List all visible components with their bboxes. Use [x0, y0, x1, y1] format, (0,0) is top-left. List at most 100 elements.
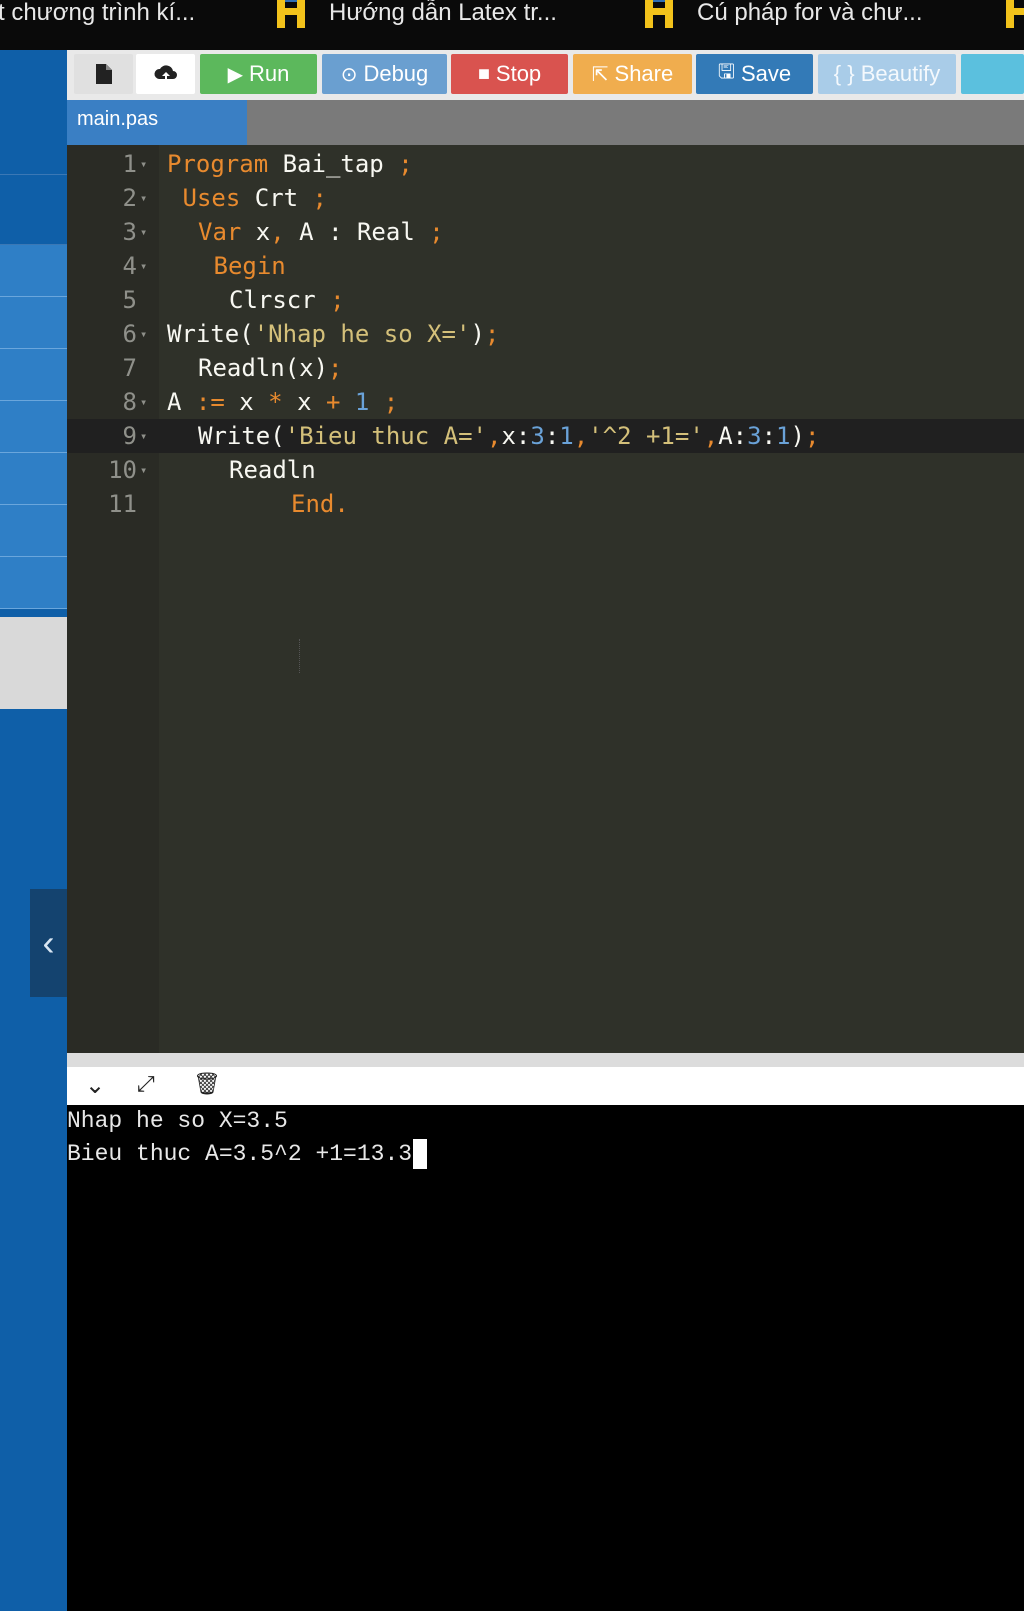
code-text: Write('Bieu thuc A=',x:3:1,'^2 +1=',A:3:…: [198, 419, 819, 453]
code-line[interactable]: 9 ▾ Write('Bieu thuc A=',x:3:1,'^2 +1=',A:…: [67, 419, 1024, 453]
sidebar-item[interactable]: [0, 349, 67, 401]
code-token: ;: [330, 286, 345, 314]
new-file-button[interactable]: [74, 54, 133, 94]
line-number: 9: [122, 422, 137, 450]
fold-arrow-icon[interactable]: ▾: [140, 215, 147, 249]
fold-arrow-icon[interactable]: ▾: [140, 181, 147, 215]
code-token: ,: [703, 422, 719, 450]
code-token: ,: [487, 422, 502, 450]
language-button[interactable]: [961, 54, 1024, 94]
expand-icon[interactable]: ⤢: [137, 1071, 155, 1097]
sidebar-item[interactable]: [0, 175, 67, 245]
fold-arrow-icon[interactable]: ▾: [140, 453, 147, 487]
share-label: Share: [614, 61, 674, 86]
code-line[interactable]: 5 Clrscr ;: [67, 283, 1024, 317]
line-number: 11: [108, 490, 137, 518]
save-button[interactable]: 🖫 Save: [696, 54, 813, 94]
console-output[interactable]: Nhap he so X=3.5 Bieu thuc A=3.5^2 +1=13.…: [67, 1105, 1024, 1611]
sidebar-item[interactable]: [0, 245, 67, 297]
console-line: Nhap he so X=3.5: [67, 1105, 288, 1137]
code-text: Var x, A : Real ;: [198, 215, 444, 249]
fold-arrow-icon[interactable]: ▾: [140, 419, 147, 453]
bookmark-label: Cú pháp for và chư...: [697, 0, 923, 26]
sidebar-item[interactable]: [0, 297, 67, 349]
code-line[interactable]: 7 Readln(x);: [67, 351, 1024, 385]
code-line[interactable]: 6 ▾ Write('Nhap he so X=');: [67, 317, 1024, 351]
code-token: ): [790, 422, 805, 450]
code-line[interactable]: 10 ▾ Readln: [67, 453, 1024, 487]
code-token: Bai_tap: [268, 150, 399, 178]
share-button[interactable]: ⇱ Share: [573, 54, 692, 94]
upload-button[interactable]: [136, 54, 195, 94]
code-text: Uses Crt ;: [183, 181, 328, 215]
sidebar-item[interactable]: [0, 50, 67, 175]
debug-label: Debug: [363, 61, 429, 86]
sidebar-item[interactable]: [0, 401, 67, 453]
run-label: Run: [249, 61, 290, 86]
bookmark-favicon-icon: [1004, 0, 1024, 28]
fold-arrow-icon[interactable]: ▾: [140, 249, 147, 283]
sidebar-item[interactable]: [0, 453, 67, 505]
file-icon: [95, 64, 112, 84]
console-line-text: Nhap he so X=3.5: [67, 1108, 288, 1134]
bookmark-favicon-icon: [643, 0, 677, 28]
chevron-down-icon[interactable]: ⌄: [85, 1071, 105, 1100]
code-line[interactable]: 1 ▾ Program Bai_tap ;: [67, 147, 1024, 181]
code-token: 1: [776, 422, 791, 450]
bookmark-item[interactable]: t chương trình kí...: [0, 0, 195, 26]
code-token: ;: [312, 184, 327, 212]
collapse-sidebar-button[interactable]: ‹: [30, 889, 67, 997]
code-token: ;: [398, 150, 413, 178]
code-token: Program: [167, 150, 269, 178]
fold-arrow-icon[interactable]: ▾: [140, 385, 147, 419]
code-text: Write('Nhap he so X=');: [167, 317, 499, 351]
code-token: 1: [354, 388, 370, 416]
code-editor[interactable]: 1 ▾ Program Bai_tap ; 2 ▾ Uses Crt ; 3 ▾ Var x, …: [67, 145, 1024, 1053]
line-number: 7: [122, 354, 137, 382]
console-line-text: Bieu thuc A=3.5^2 +1=13.3: [67, 1141, 413, 1167]
code-token: Write(: [198, 422, 285, 450]
stop-square-icon: ■: [477, 62, 490, 85]
code-line[interactable]: 4 ▾ Begin: [67, 249, 1024, 283]
code-line[interactable]: 11 End.: [67, 487, 1024, 521]
code-token: ): [470, 320, 485, 348]
code-token: Clrscr: [229, 286, 331, 314]
debug-button[interactable]: ⊙ Debug: [322, 54, 447, 94]
console-resize-handle[interactable]: [67, 1053, 1024, 1067]
code-token: ;: [484, 320, 500, 348]
beautify-button[interactable]: { } Beautify: [818, 54, 956, 94]
bookmark-overflow[interactable]: [1004, 0, 1024, 28]
bookmark-item[interactable]: Hướng dẫn Latex tr...: [275, 0, 557, 28]
browser-window: t chương trình kí... Hướng dẫn Latex tr.…: [0, 0, 1024, 1611]
bookmark-favicon-icon: [275, 0, 309, 28]
code-token: *: [268, 388, 283, 416]
code-line[interactable]: 2 ▾ Uses Crt ;: [67, 181, 1024, 215]
sidebar-item[interactable]: [0, 557, 67, 609]
stop-button[interactable]: ■ Stop: [451, 54, 568, 94]
sidebar-item[interactable]: [0, 505, 67, 557]
code-line[interactable]: 8 ▾ A := x * x + 1 ;: [67, 385, 1024, 419]
code-text: A := x * x + 1 ;: [167, 385, 398, 419]
run-button[interactable]: ▶ Run: [200, 54, 317, 94]
fold-arrow-icon[interactable]: ▾: [140, 317, 147, 351]
code-token: 3: [530, 422, 545, 450]
bookmark-item[interactable]: Cú pháp for và chư...: [643, 0, 923, 28]
clear-console-icon[interactable]: 🗑: [193, 1071, 221, 1097]
code-token: Readln: [229, 456, 316, 484]
code-token: ,: [270, 218, 285, 246]
console-toolbar: ⌄ ⤢ 🗑: [67, 1067, 1024, 1105]
code-token: Begin: [213, 252, 286, 280]
tab-main-pas[interactable]: main.pas: [67, 100, 247, 145]
line-number: 5: [122, 286, 137, 314]
fold-arrow-icon[interactable]: ▾: [140, 147, 147, 181]
code-line[interactable]: 3 ▾ Var x, A : Real ;: [67, 215, 1024, 249]
code-text: Readln: [229, 453, 316, 487]
line-number: 6: [122, 320, 137, 348]
code-token: ;: [383, 388, 399, 416]
line-number: 1: [122, 150, 137, 178]
stop-label: Stop: [495, 61, 542, 86]
code-token: x: [282, 388, 326, 416]
code-token: ,: [573, 422, 589, 450]
code-token: :=: [195, 388, 225, 416]
code-token: Write(: [167, 320, 254, 348]
